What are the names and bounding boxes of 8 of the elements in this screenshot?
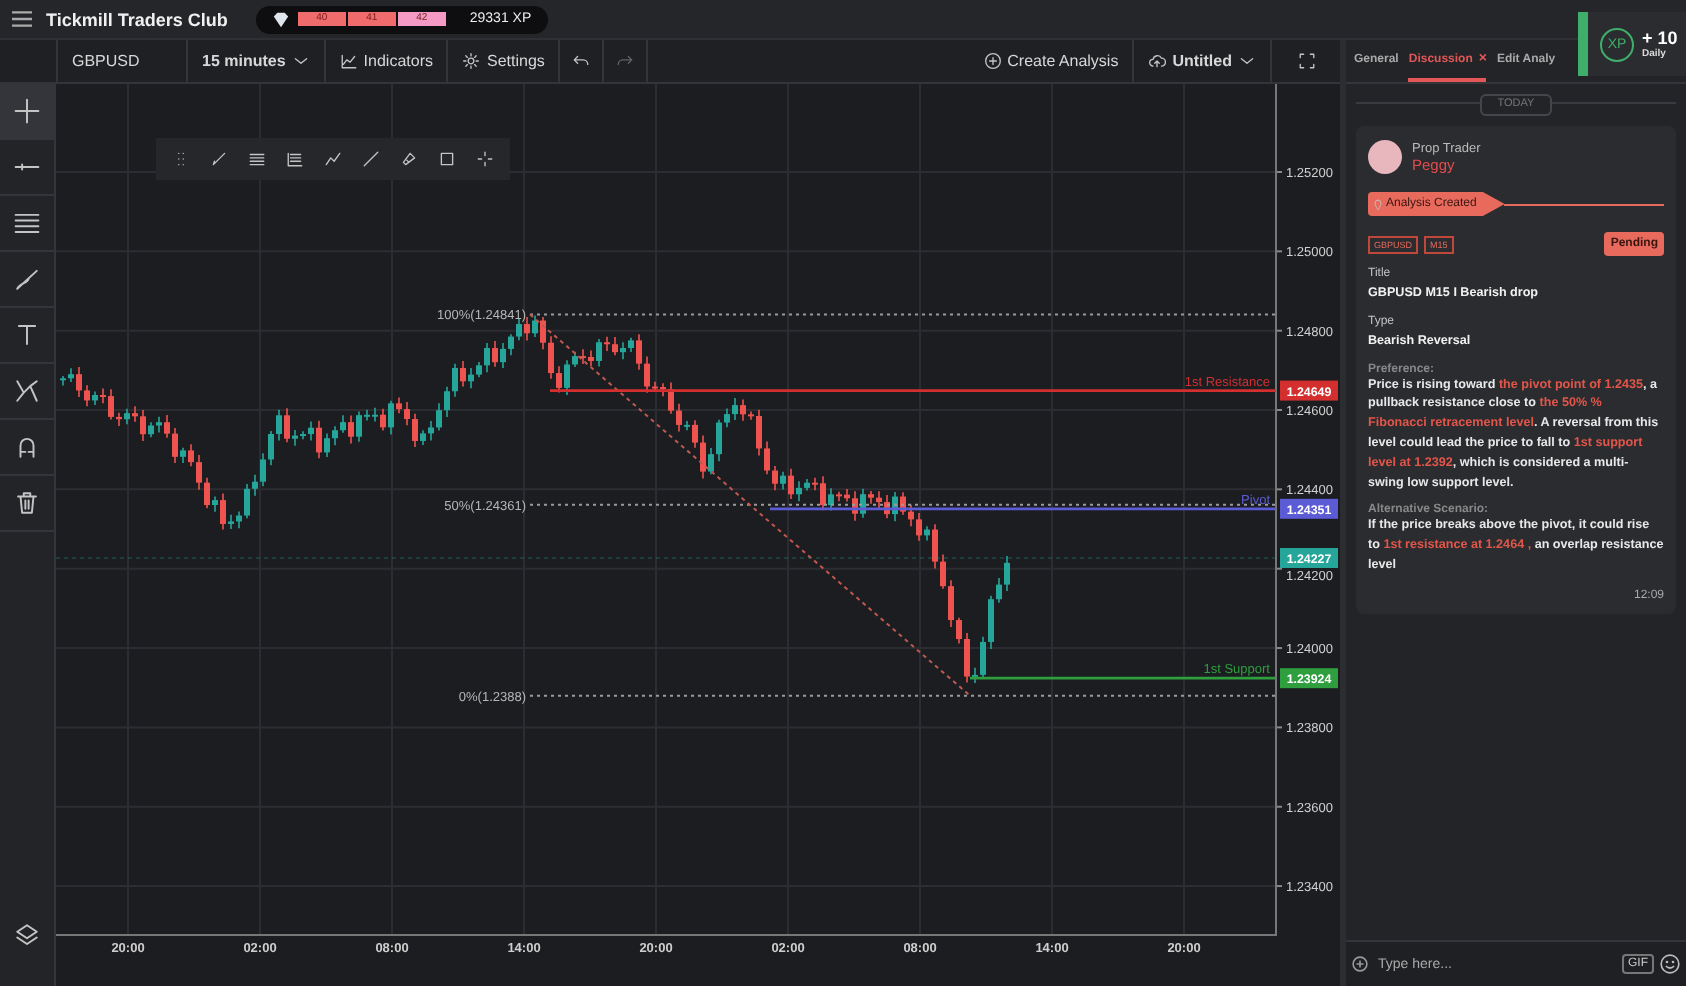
create-analysis-button[interactable]: Create Analysis [969, 40, 1135, 82]
analysis-dropdown[interactable]: Untitled [1134, 40, 1272, 82]
indicators-button[interactable]: Indicators [325, 40, 449, 82]
symbol-selector[interactable]: GBPUSD [58, 40, 188, 82]
settings-button[interactable]: Settings [448, 40, 561, 82]
interval-dropdown[interactable]: 15 minutes [188, 40, 326, 82]
app-title: Tickmill Traders Club [46, 9, 228, 29]
xp-amount: + 10 [1642, 28, 1678, 48]
